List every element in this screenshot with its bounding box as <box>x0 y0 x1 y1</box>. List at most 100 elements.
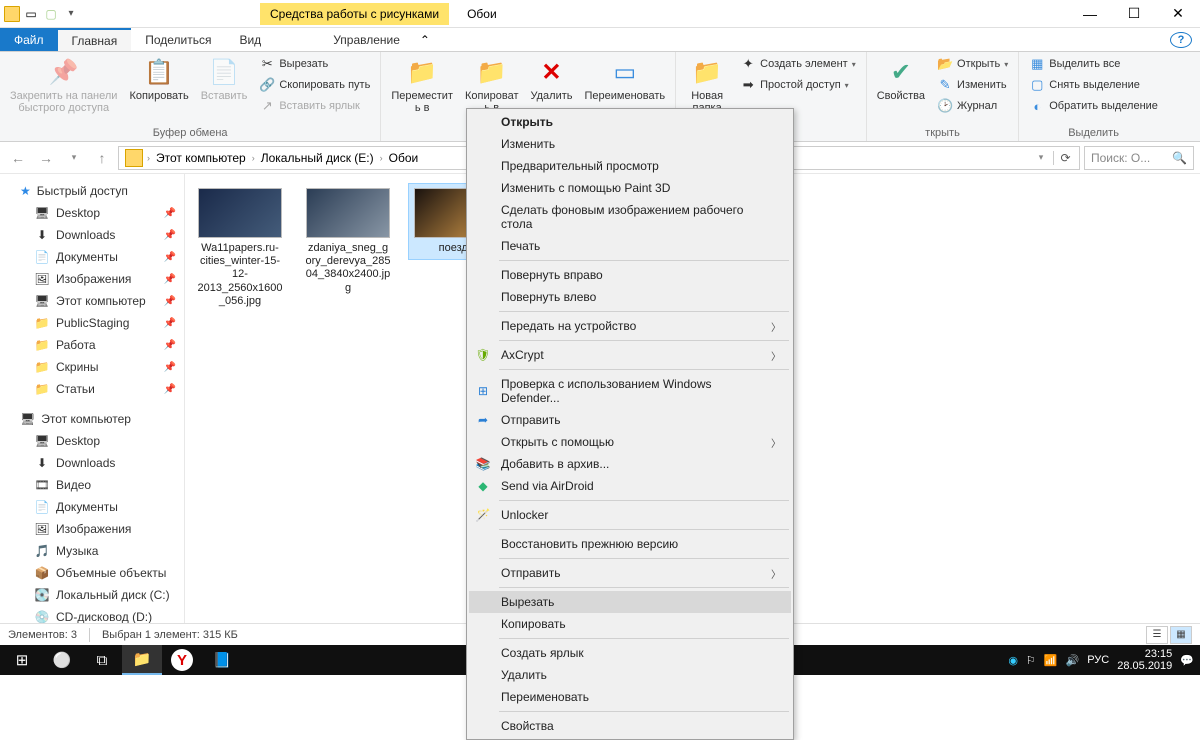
easy-access-button[interactable]: ➡Простой доступ ▾ <box>736 75 860 95</box>
crumb-current[interactable]: Обои <box>383 151 425 165</box>
task-view-button[interactable]: ⧉ <box>82 645 122 675</box>
context-menu-item[interactable]: Вырезать <box>469 591 791 613</box>
sidebar-item[interactable]: ⬇Downloads <box>0 452 184 474</box>
ribbon-collapse-icon[interactable]: ⌃ <box>414 28 436 51</box>
minimize-button[interactable]: — <box>1068 0 1112 28</box>
sidebar-item[interactable]: 🖼Изображения <box>0 518 184 540</box>
start-button[interactable]: ⊞ <box>2 645 42 675</box>
nav-recent-button[interactable]: ▾ <box>62 146 86 170</box>
qat-new-folder-icon[interactable]: ▢ <box>42 5 60 23</box>
cut-button[interactable]: ✂Вырезать <box>255 54 374 74</box>
context-menu-item[interactable]: Повернуть вправо <box>469 264 791 286</box>
crumb-drive-e[interactable]: Локальный диск (E:) <box>255 151 380 165</box>
sidebar-item[interactable]: 🎵Музыка <box>0 540 184 562</box>
sidebar-item[interactable]: 🖥Этот компьютер📌 <box>0 290 184 312</box>
sidebar-item[interactable]: 📄Документы <box>0 496 184 518</box>
tray-icon[interactable]: ◉ <box>1008 654 1018 667</box>
sidebar-this-pc[interactable]: Этот компьютер <box>0 408 184 430</box>
open-button[interactable]: 📂Открыть ▾ <box>933 54 1012 74</box>
sidebar-item[interactable]: 📦Объемные объекты <box>0 562 184 584</box>
properties-button[interactable]: ✔ Свойства <box>873 54 929 104</box>
context-menu-item[interactable]: 📚Добавить в архив... <box>469 453 791 475</box>
yandex-taskbar-button[interactable]: Y <box>171 649 193 671</box>
crumb-this-pc[interactable]: Этот компьютер <box>150 151 252 165</box>
tab-view[interactable]: Вид <box>225 28 275 51</box>
notification-icon[interactable]: 💬 <box>1180 654 1194 667</box>
qat-properties-icon[interactable]: ▭ <box>22 5 40 23</box>
sidebar-item[interactable]: 📁Работа📌 <box>0 334 184 356</box>
wifi-icon[interactable]: 📶 <box>1044 654 1058 667</box>
context-menu-item[interactable]: 🛡AxCrypt〉 <box>469 344 791 366</box>
context-menu-item[interactable]: Отправить〉 <box>469 562 791 584</box>
search-button[interactable]: ⚪ <box>42 645 82 675</box>
sidebar-item[interactable]: 🖥Desktop📌 <box>0 202 184 224</box>
copy-to-button[interactable]: 📁 Копироват ь в <box>461 54 523 116</box>
context-menu-item[interactable]: Печать <box>469 235 791 257</box>
select-all-button[interactable]: ▦Выделить все <box>1025 54 1162 74</box>
context-menu-item[interactable]: Открыть <box>469 111 791 133</box>
context-menu-item[interactable]: Повернуть влево <box>469 286 791 308</box>
explorer-taskbar-button[interactable]: 📁 <box>122 645 162 675</box>
sidebar-item[interactable]: 📁PublicStaging📌 <box>0 312 184 334</box>
nav-forward-button[interactable]: → <box>34 146 58 170</box>
context-menu-item[interactable]: ◆Send via AirDroid <box>469 475 791 497</box>
invert-selection-button[interactable]: ◐Обратить выделение <box>1025 96 1162 116</box>
sidebar-quick-access[interactable]: Быстрый доступ <box>0 180 184 202</box>
move-to-button[interactable]: 📁 Переместит ь в <box>387 54 457 116</box>
context-menu-item[interactable]: Изменить с помощью Paint 3D <box>469 177 791 199</box>
context-menu-item[interactable]: Открыть с помощью〉 <box>469 431 791 453</box>
context-menu-item[interactable]: Переименовать <box>469 686 791 708</box>
delete-button[interactable]: ✕ Удалить <box>526 54 576 104</box>
edit-button[interactable]: ✎Изменить <box>933 75 1012 95</box>
context-menu-item[interactable]: Копировать <box>469 613 791 635</box>
new-item-button[interactable]: ✦Создать элемент ▾ <box>736 54 860 74</box>
tab-file[interactable]: Файл <box>0 28 58 51</box>
word-taskbar-button[interactable]: 📘 <box>202 645 242 675</box>
context-menu-item[interactable]: Удалить <box>469 664 791 686</box>
sidebar-item[interactable]: 🖥Desktop <box>0 430 184 452</box>
context-menu-item[interactable]: Создать ярлык <box>469 642 791 664</box>
copy-path-button[interactable]: 🔗Скопировать путь <box>255 75 374 95</box>
tab-share[interactable]: Поделиться <box>131 28 225 51</box>
file-item[interactable]: zdaniya_sneg_gory_derevya_28504_3840x240… <box>301 184 395 299</box>
sidebar-item[interactable]: 💽Локальный диск (C:) <box>0 584 184 606</box>
close-button[interactable]: ✕ <box>1156 0 1200 28</box>
sidebar-item[interactable]: 🎞Видео <box>0 474 184 496</box>
sidebar-item[interactable]: 💿CD-дисковод (D:) <box>0 606 184 623</box>
deselect-button[interactable]: ▢Снять выделение <box>1025 75 1162 95</box>
tab-home[interactable]: Главная <box>58 28 132 51</box>
navigation-pane[interactable]: Быстрый доступ 🖥Desktop📌⬇Downloads📌📄Доку… <box>0 174 185 623</box>
sidebar-item[interactable]: 📄Документы📌 <box>0 246 184 268</box>
pin-to-quick-access-button[interactable]: 📌 Закрепить на панели быстрого доступа <box>6 54 121 116</box>
context-menu-item[interactable]: Предварительный просмотр <box>469 155 791 177</box>
clock[interactable]: 23:15 28.05.2019 <box>1117 648 1172 672</box>
context-menu-item[interactable]: Передать на устройство〉 <box>469 315 791 337</box>
language-indicator[interactable]: РУС <box>1087 654 1109 666</box>
qat-dropdown-icon[interactable]: ▾ <box>62 5 80 23</box>
help-icon[interactable]: ? <box>1170 32 1192 48</box>
sidebar-item[interactable]: ⬇Downloads📌 <box>0 224 184 246</box>
context-menu-item[interactable]: Свойства <box>469 715 791 737</box>
context-menu-item[interactable]: ⊞Проверка с использованием Windows Defen… <box>469 373 791 409</box>
refresh-button[interactable]: ⟳ <box>1053 151 1077 165</box>
volume-icon[interactable]: 🔊 <box>1066 654 1080 667</box>
rename-button[interactable]: ▭ Переименовать <box>580 54 669 104</box>
paste-shortcut-button[interactable]: ↗Вставить ярлык <box>255 96 374 116</box>
paste-button[interactable]: 📄 Вставить <box>197 54 252 104</box>
nav-back-button[interactable]: ← <box>6 146 30 170</box>
history-button[interactable]: 🕑Журнал <box>933 96 1012 116</box>
tray-icon[interactable]: ⚐ <box>1026 654 1036 667</box>
maximize-button[interactable]: ☐ <box>1112 0 1156 28</box>
sidebar-item[interactable]: 📁Статьи📌 <box>0 378 184 400</box>
breadcrumb-dropdown[interactable]: ▾ <box>1029 146 1053 170</box>
new-folder-button[interactable]: 📁 Новая папка <box>682 54 732 116</box>
sidebar-item[interactable]: 🖼Изображения📌 <box>0 268 184 290</box>
sidebar-item[interactable]: 📁Скрины📌 <box>0 356 184 378</box>
copy-button[interactable]: 📋 Копировать <box>125 54 192 104</box>
search-input[interactable]: Поиск: О... 🔍 <box>1084 146 1194 170</box>
context-menu-item[interactable]: Изменить <box>469 133 791 155</box>
view-icons-button[interactable]: ▦ <box>1170 626 1192 644</box>
file-item[interactable]: Wa11papers.ru-cities_winter-15-12-2013_2… <box>193 184 287 312</box>
nav-up-button[interactable]: ↑ <box>90 146 114 170</box>
context-menu-item[interactable]: ➦Отправить <box>469 409 791 431</box>
